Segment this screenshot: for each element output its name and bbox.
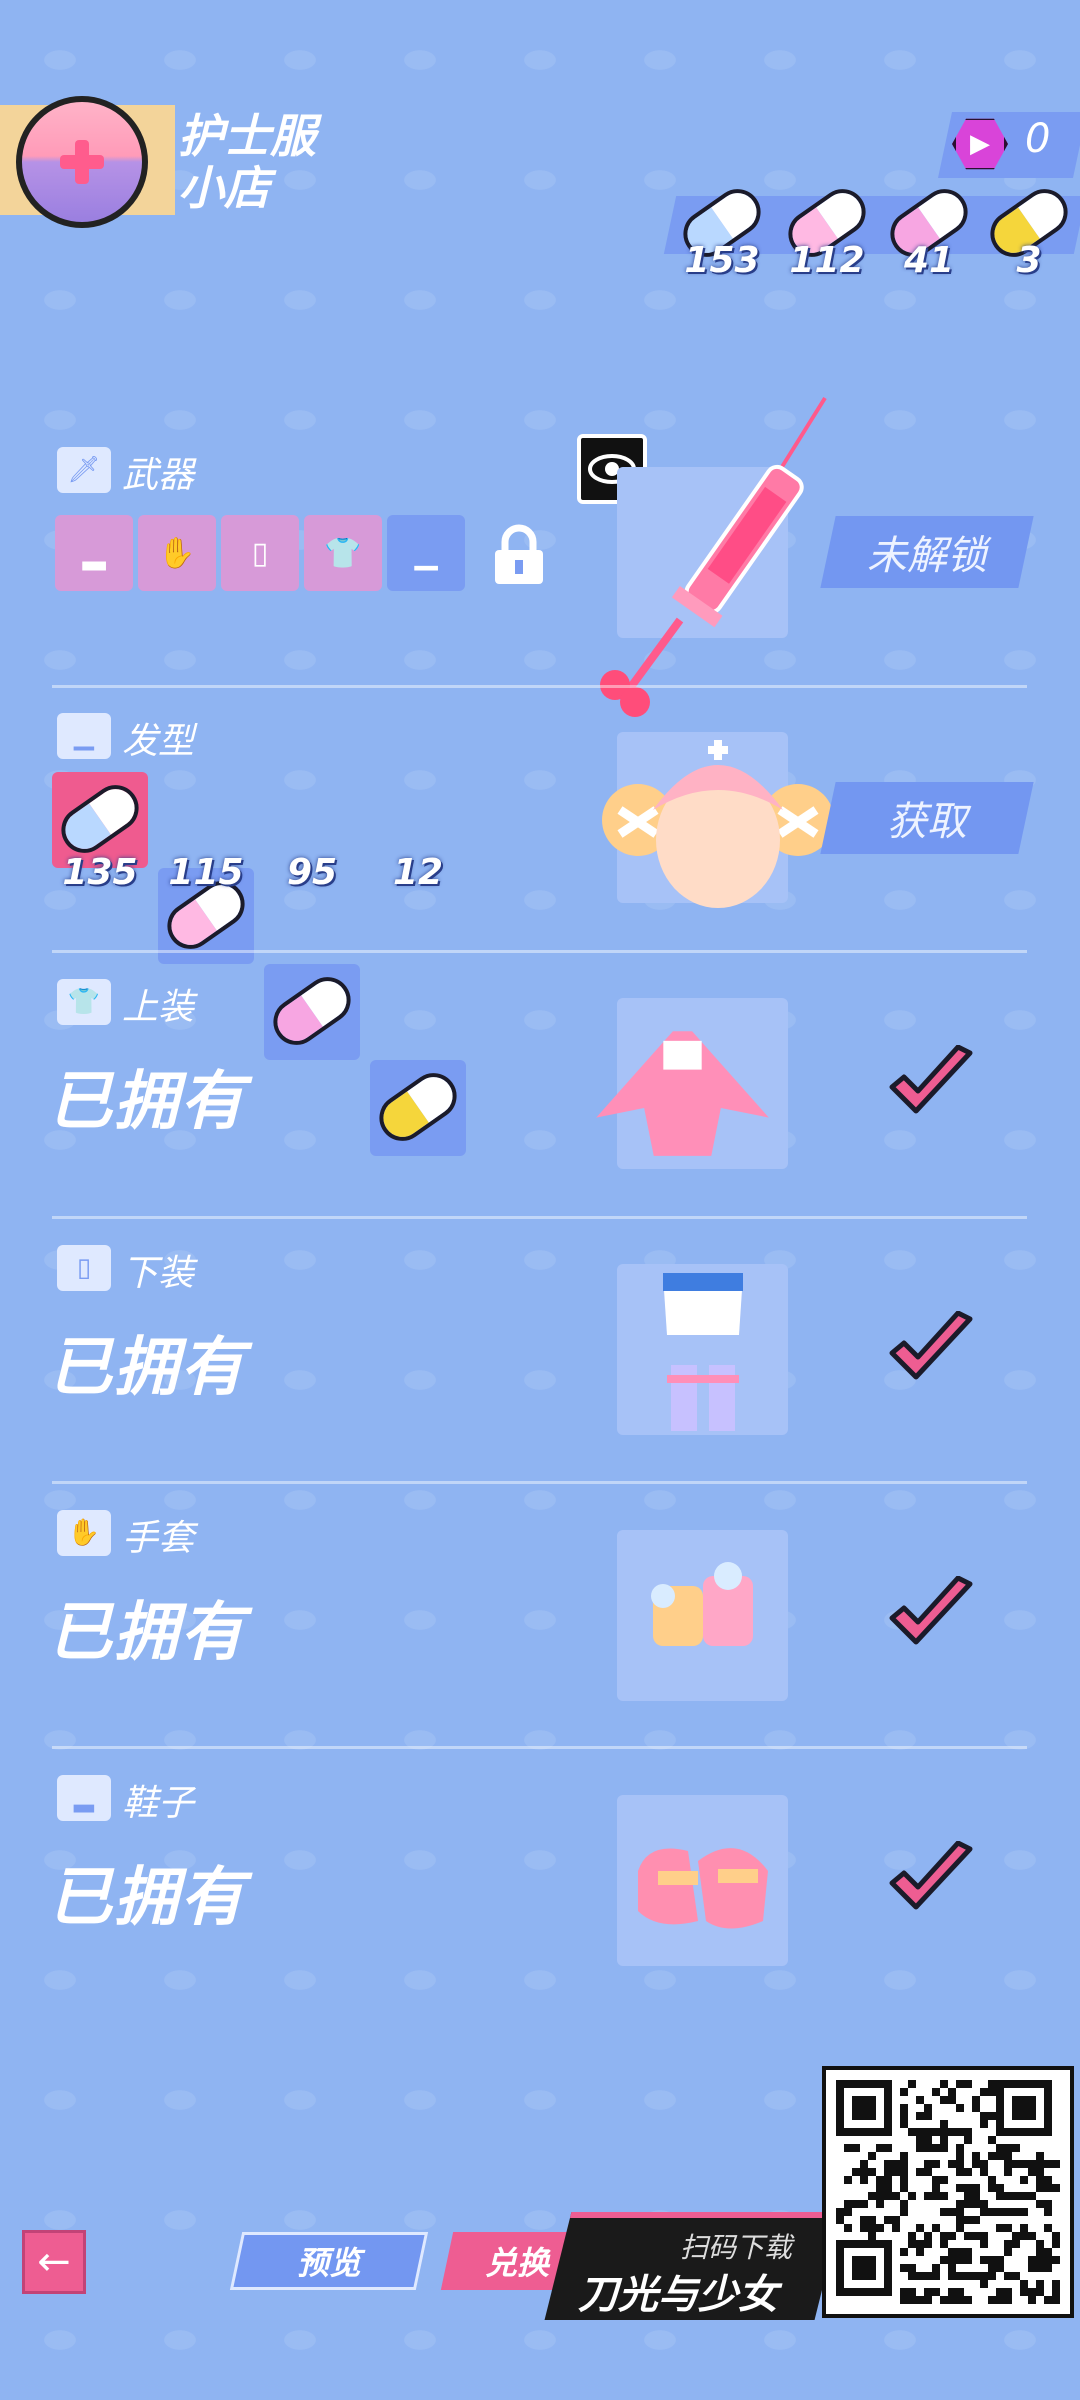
owned-check-icon — [889, 1576, 973, 1645]
syringe-icon — [585, 390, 835, 720]
shop-title-line1: 护士服 — [178, 109, 316, 163]
owned-check-icon — [889, 1841, 973, 1910]
shop-title: 护士服 小店 — [178, 110, 316, 214]
promo-game-title: 刀光与少女 — [578, 2272, 778, 2318]
bottom-owned-status: 已拥有 — [48, 1331, 246, 1405]
preview-button-label: 预览 — [296, 2244, 361, 2282]
pill-count: 112 — [789, 240, 865, 281]
hat-icon: ▁ — [57, 713, 111, 759]
hair-preview-icon — [598, 730, 838, 910]
top-label: 上装 — [122, 987, 195, 1028]
slot-hat[interactable]: ▁ — [387, 515, 465, 591]
slot-top[interactable]: 👕 — [304, 515, 382, 591]
pill-count: 41 — [903, 240, 955, 281]
bottom-label: 下装 — [122, 1253, 195, 1294]
pill-icon — [52, 776, 148, 862]
pill-icon — [264, 968, 360, 1054]
qr-code[interactable] — [822, 2066, 1074, 2318]
slot-shoe[interactable]: ▂ — [55, 515, 133, 591]
nurse-gloves-image — [617, 1530, 788, 1701]
divider — [52, 1216, 1027, 1219]
weapon-label: 武器 — [122, 455, 195, 496]
nurse-bottom-image — [617, 1264, 788, 1435]
qr-code-image — [836, 2080, 1060, 2304]
get-button[interactable]: 获取 — [820, 782, 1034, 854]
shop-logo — [16, 96, 148, 228]
pill-count: 153 — [684, 240, 760, 281]
hair-label: 发型 — [122, 721, 195, 762]
gem-count: 0 — [1025, 116, 1051, 162]
shoes-label: 鞋子 — [122, 1783, 195, 1824]
divider — [52, 1481, 1027, 1484]
exchange-button-label: 兑换 — [484, 2244, 549, 2282]
shop-title-line2: 小店 — [178, 161, 270, 215]
slot-bottom[interactable]: ▯ — [221, 515, 299, 591]
unlock-status-button[interactable]: 未解锁 — [820, 516, 1034, 588]
cross-icon — [60, 140, 104, 184]
hair-cost-count: 12 — [392, 852, 444, 893]
divider — [52, 685, 1027, 688]
hair-cost-count: 95 — [286, 852, 338, 893]
preview-button[interactable]: 预览 — [229, 2232, 429, 2290]
shirt-icon: 👕 — [57, 979, 111, 1025]
back-arrow-icon: ← — [37, 2239, 71, 2285]
gloves-label: 手套 — [122, 1518, 195, 1559]
nurse-top-image — [596, 998, 788, 1169]
gloves-owned-status: 已拥有 — [48, 1596, 246, 1670]
promo-scan-text: 扫码下载 — [680, 2231, 793, 2264]
nurse-shoes-image — [617, 1795, 788, 1966]
back-button[interactable]: ← — [22, 2230, 86, 2294]
divider — [52, 950, 1027, 953]
lock-icon — [491, 524, 547, 586]
top-owned-status: 已拥有 — [48, 1065, 246, 1139]
hair-cost-count: 115 — [168, 852, 244, 893]
hair-cost-count: 135 — [62, 852, 138, 893]
unlock-status-label: 未解锁 — [867, 533, 987, 579]
owned-check-icon — [889, 1311, 973, 1380]
owned-check-icon — [889, 1045, 973, 1114]
divider — [52, 1746, 1027, 1749]
shoe-icon: ▂ — [57, 1775, 111, 1821]
hair-cost-slot[interactable] — [370, 1060, 466, 1156]
pill-count: 3 — [1016, 240, 1042, 281]
sword-icon: 🗡 — [57, 447, 111, 493]
hair-cost-slot[interactable] — [264, 964, 360, 1060]
shoes-owned-status: 已拥有 — [48, 1861, 246, 1935]
slot-glove[interactable]: ✋ — [138, 515, 216, 591]
shorts-icon: ▯ — [57, 1245, 111, 1291]
pill-icon — [370, 1064, 466, 1150]
get-button-label: 获取 — [887, 799, 967, 845]
glove-icon: ✋ — [57, 1510, 111, 1556]
